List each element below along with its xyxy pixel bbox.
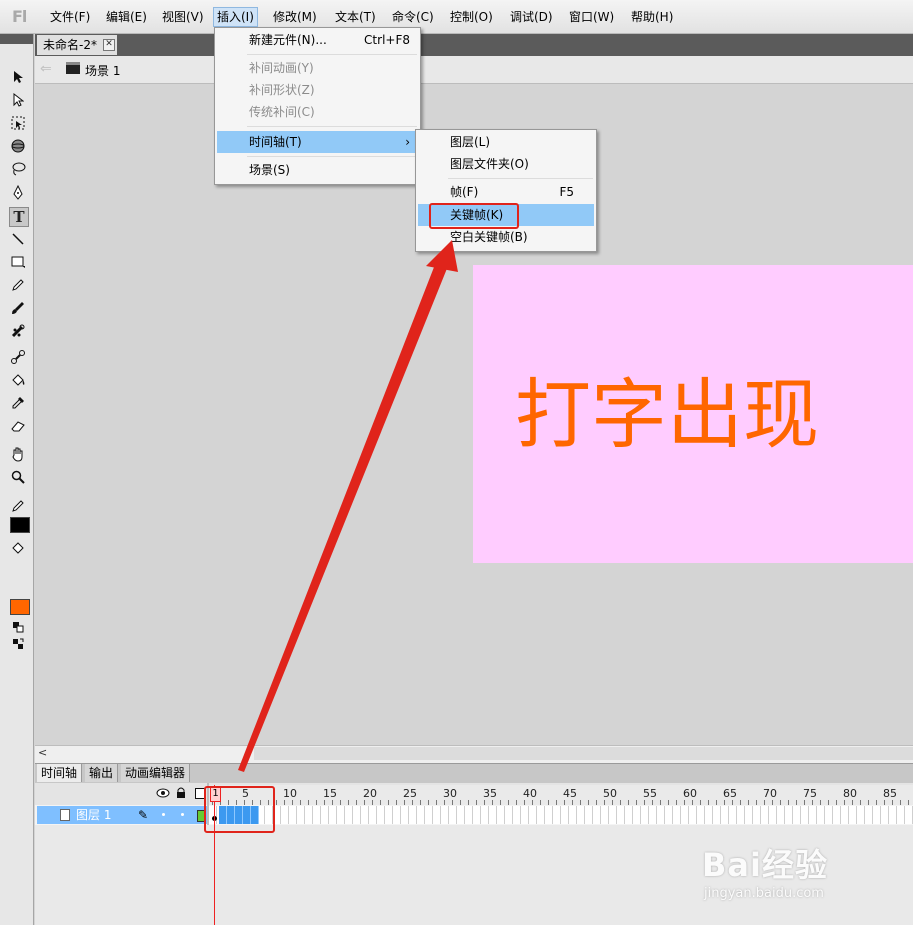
watermark-logo: Bai经验 [702, 846, 828, 884]
watermark-url: jingyan.baidu.com [704, 886, 824, 901]
watermark: Bai经验 jingyan.baidu.com [702, 840, 828, 901]
annotation-arrow [238, 240, 458, 772]
